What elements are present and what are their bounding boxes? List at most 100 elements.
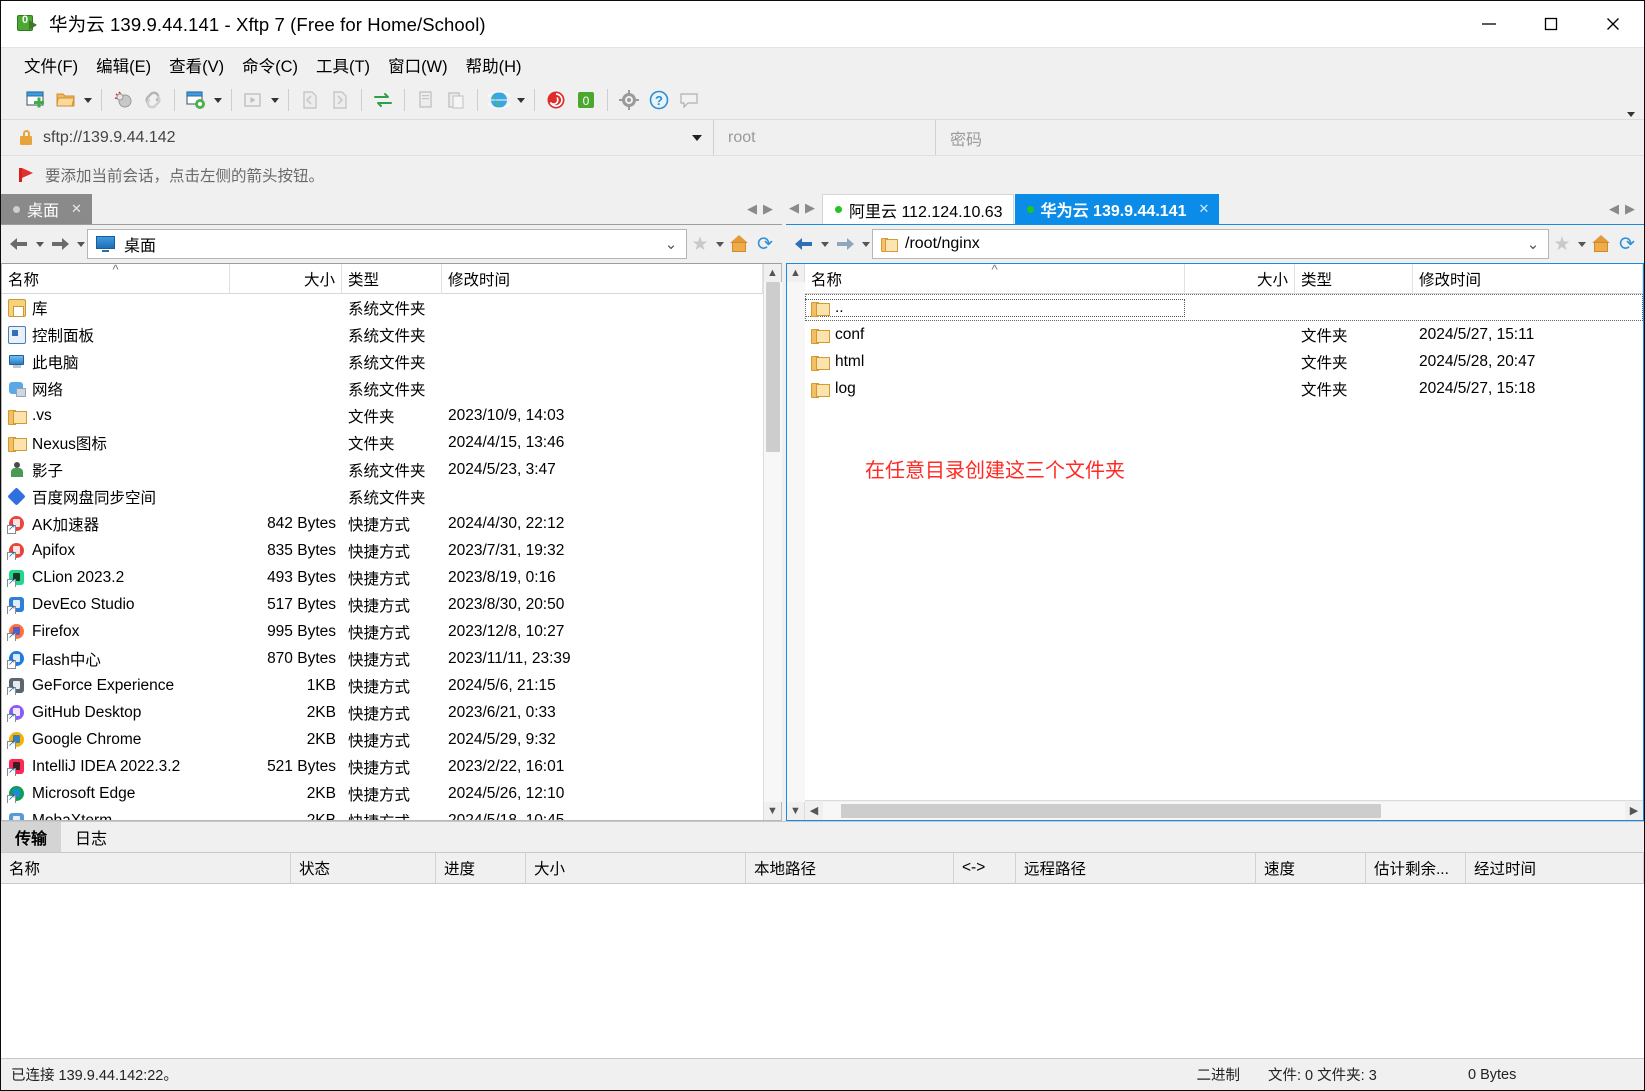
local-scroll-thumb[interactable] bbox=[765, 282, 780, 452]
remote-forward-history-caret[interactable] bbox=[859, 230, 872, 258]
transfer-col-elapsed[interactable]: 经过时间 bbox=[1466, 853, 1644, 883]
local-col-type[interactable]: 类型 bbox=[342, 264, 442, 294]
local-col-modified[interactable]: 修改时间 bbox=[442, 264, 763, 294]
table-row[interactable]: Firefox 995 Bytes 快捷方式 2023/12/8, 10:27 bbox=[2, 618, 763, 645]
table-row[interactable]: log 文件夹 2024/5/27, 15:18 bbox=[805, 375, 1643, 402]
tab-log[interactable]: 日志 bbox=[61, 822, 121, 852]
remote-path-input[interactable]: /root/nginx ⌄ bbox=[872, 229, 1549, 259]
feedback-button[interactable] bbox=[674, 85, 704, 115]
remote-bookmark-button[interactable]: ★ bbox=[1549, 230, 1575, 258]
menu-edit[interactable]: 编辑(E) bbox=[87, 49, 160, 81]
close-button[interactable] bbox=[1582, 1, 1644, 47]
session-properties-caret[interactable] bbox=[211, 85, 225, 115]
table-row[interactable]: 影子 系统文件夹 2024/5/23, 3:47 bbox=[2, 456, 763, 483]
remote-tabs-next-icon[interactable]: ▶ bbox=[1622, 195, 1638, 223]
remote-refresh-button[interactable]: ⟳ bbox=[1614, 230, 1640, 258]
remote-scroll-up-icon[interactable]: ▲ bbox=[787, 264, 805, 282]
remote-col-size[interactable]: 大小 bbox=[1185, 264, 1295, 294]
remote-scroll-down-icon[interactable]: ▼ bbox=[787, 802, 805, 820]
local-bookmark-caret[interactable] bbox=[713, 230, 726, 258]
password-input[interactable]: 密码 bbox=[935, 120, 1645, 155]
table-row[interactable]: AK加速器 842 Bytes 快捷方式 2024/4/30, 22:12 bbox=[2, 510, 763, 537]
run-button[interactable] bbox=[238, 85, 268, 115]
table-row[interactable]: CLion 2023.2 493 Bytes 快捷方式 2023/8/19, 0:16 bbox=[2, 564, 763, 591]
remote-col-type[interactable]: 类型 bbox=[1295, 264, 1413, 294]
remote-tab-aliyun[interactable]: 阿里云 112.124.10.63 bbox=[822, 194, 1014, 224]
local-tab-desktop[interactable]: 桌面 ✕ bbox=[1, 194, 92, 224]
transfer-col-progress[interactable]: 进度 bbox=[436, 853, 526, 883]
transfer-col-remote-path[interactable]: 远程路径 bbox=[1016, 853, 1256, 883]
address-dropdown-button[interactable] bbox=[681, 120, 713, 155]
menu-file[interactable]: 文件(F) bbox=[15, 49, 87, 81]
menu-command[interactable]: 命令(C) bbox=[233, 49, 307, 81]
table-row[interactable]: GeForce Experience 1KB 快捷方式 2024/5/6, 21:15 bbox=[2, 672, 763, 699]
local-vertical-scrollbar[interactable]: ▲ ▼ bbox=[763, 264, 782, 820]
table-row[interactable]: html 文件夹 2024/5/28, 20:47 bbox=[805, 348, 1643, 375]
tab-transfer[interactable]: 传输 bbox=[1, 822, 62, 852]
transfer-col-name[interactable]: 名称 bbox=[1, 853, 291, 883]
local-back-history-caret[interactable] bbox=[33, 230, 46, 258]
remote-bookmark-caret[interactable] bbox=[1575, 230, 1588, 258]
remote-tab-scroll-left-icon[interactable]: ◀ bbox=[786, 194, 802, 222]
remote-hscroll-track[interactable] bbox=[823, 801, 1625, 820]
browser-caret[interactable] bbox=[514, 85, 528, 115]
remote-tabs-prev-icon[interactable]: ◀ bbox=[1606, 195, 1622, 223]
local-home-button[interactable] bbox=[726, 230, 752, 258]
local-bookmark-button[interactable]: ★ bbox=[687, 230, 713, 258]
table-row[interactable]: 百度网盘同步空间 系统文件夹 bbox=[2, 483, 763, 510]
remote-vertical-scrollbar[interactable]: ▲ ▼ bbox=[786, 264, 805, 820]
remote-hscroll-right-icon[interactable]: ▶ bbox=[1625, 802, 1643, 820]
run-caret[interactable] bbox=[268, 85, 282, 115]
transfer-right-button[interactable] bbox=[325, 85, 355, 115]
maximize-button[interactable] bbox=[1520, 1, 1582, 47]
copy-button[interactable] bbox=[411, 85, 441, 115]
table-row[interactable]: .vs 文件夹 2023/10/9, 14:03 bbox=[2, 402, 763, 429]
tab-close-icon[interactable]: ✕ bbox=[1198, 201, 1209, 217]
local-forward-history-caret[interactable] bbox=[74, 230, 87, 258]
menu-view[interactable]: 查看(V) bbox=[160, 49, 233, 81]
table-row[interactable]: 此电脑 系统文件夹 bbox=[2, 348, 763, 375]
table-row[interactable]: Google Chrome 2KB 快捷方式 2024/5/29, 9:32 bbox=[2, 726, 763, 753]
paste-button[interactable] bbox=[441, 85, 471, 115]
remote-col-modified[interactable]: 修改时间 bbox=[1413, 264, 1643, 294]
table-row[interactable]: 控制面板 系统文件夹 bbox=[2, 321, 763, 348]
transfer-col-size[interactable]: 大小 bbox=[526, 853, 746, 883]
local-path-input[interactable]: 桌面 ⌄ bbox=[87, 229, 687, 259]
local-scroll-down-icon[interactable]: ▼ bbox=[764, 802, 782, 820]
disconnect-button[interactable] bbox=[108, 85, 138, 115]
remote-back-icon[interactable] bbox=[790, 230, 818, 258]
local-tab-scroll-right-icon[interactable]: ▶ bbox=[760, 195, 776, 223]
menu-window[interactable]: 窗口(W) bbox=[379, 49, 457, 81]
remote-scroll-track[interactable] bbox=[786, 282, 805, 802]
transfer-col-speed[interactable]: 速度 bbox=[1256, 853, 1366, 883]
open-xshell-button[interactable] bbox=[541, 85, 571, 115]
table-row[interactable]: 库 系统文件夹 bbox=[2, 294, 763, 321]
local-col-size[interactable]: 大小 bbox=[230, 264, 342, 294]
new-session-button[interactable] bbox=[21, 85, 51, 115]
chevron-down-icon[interactable]: ⌄ bbox=[660, 231, 682, 257]
reconnect-button[interactable] bbox=[138, 85, 168, 115]
table-row[interactable]: 网络 系统文件夹 bbox=[2, 375, 763, 402]
local-scroll-up-icon[interactable]: ▲ bbox=[764, 264, 782, 282]
help-button[interactable]: ? bbox=[644, 85, 674, 115]
remote-col-name[interactable]: 名称 bbox=[805, 264, 1185, 294]
browser-button[interactable] bbox=[484, 85, 514, 115]
toolbar-overflow-button[interactable] bbox=[1624, 101, 1638, 117]
table-row[interactable]: Apifox 835 Bytes 快捷方式 2023/7/31, 19:32 bbox=[2, 537, 763, 564]
local-scroll-track[interactable] bbox=[763, 282, 782, 802]
synchronize-button[interactable] bbox=[368, 85, 398, 115]
remote-back-history-caret[interactable] bbox=[818, 230, 831, 258]
table-row[interactable]: Nexus图标 文件夹 2024/4/15, 13:46 bbox=[2, 429, 763, 456]
table-row[interactable]: Microsoft Edge 2KB 快捷方式 2024/5/26, 12:10 bbox=[2, 780, 763, 807]
table-row[interactable]: MobaXterm 2KB 快捷方式 2024/5/18, 10:45 bbox=[2, 807, 763, 820]
address-url-field[interactable]: sftp://139.9.44.142 bbox=[1, 120, 681, 155]
open-session-caret[interactable] bbox=[81, 85, 95, 115]
transfer-col-status[interactable]: 状态 bbox=[291, 853, 436, 883]
transfer-col-direction[interactable]: <-> bbox=[954, 853, 1016, 883]
username-input[interactable]: root bbox=[713, 120, 935, 155]
remote-hscroll-left-icon[interactable]: ◀ bbox=[805, 802, 823, 820]
table-row[interactable]: GitHub Desktop 2KB 快捷方式 2023/6/21, 0:33 bbox=[2, 699, 763, 726]
open-session-button[interactable] bbox=[51, 85, 81, 115]
remote-tab-scroll-right-icon[interactable]: ▶ bbox=[802, 194, 818, 222]
chevron-down-icon[interactable]: ⌄ bbox=[1522, 231, 1544, 257]
